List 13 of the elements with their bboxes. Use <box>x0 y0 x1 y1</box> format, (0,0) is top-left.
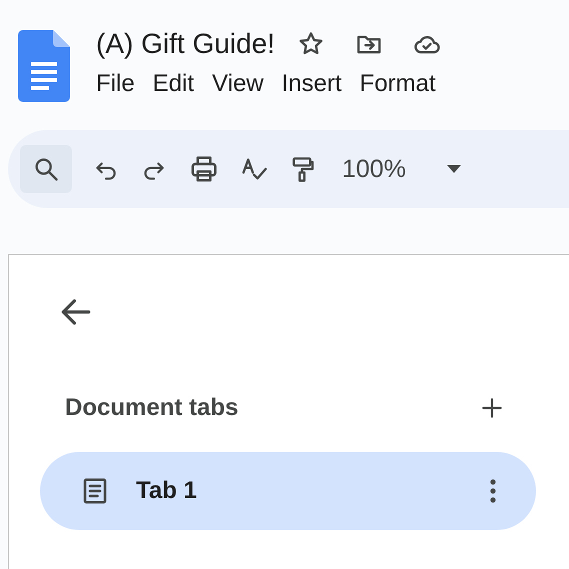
search-button[interactable] <box>20 145 72 193</box>
menu-item[interactable]: Edit <box>146 68 206 100</box>
document-tab[interactable]: Tab 1 <box>40 452 536 530</box>
zoom-level[interactable]: 100% <box>342 154 406 184</box>
menu-item[interactable]: File <box>90 68 147 100</box>
docs-logo-icon[interactable] <box>18 30 70 102</box>
more-icon[interactable] <box>490 479 496 503</box>
menu-item[interactable]: Format <box>354 68 448 100</box>
caret-icon[interactable] <box>446 164 462 174</box>
document-title[interactable]: (A) Gift Guide! <box>96 28 275 60</box>
panel-heading: Document tabs <box>65 394 238 422</box>
menu-item[interactable]: Insert <box>276 68 354 100</box>
menu-item[interactable]: View <box>206 68 276 100</box>
